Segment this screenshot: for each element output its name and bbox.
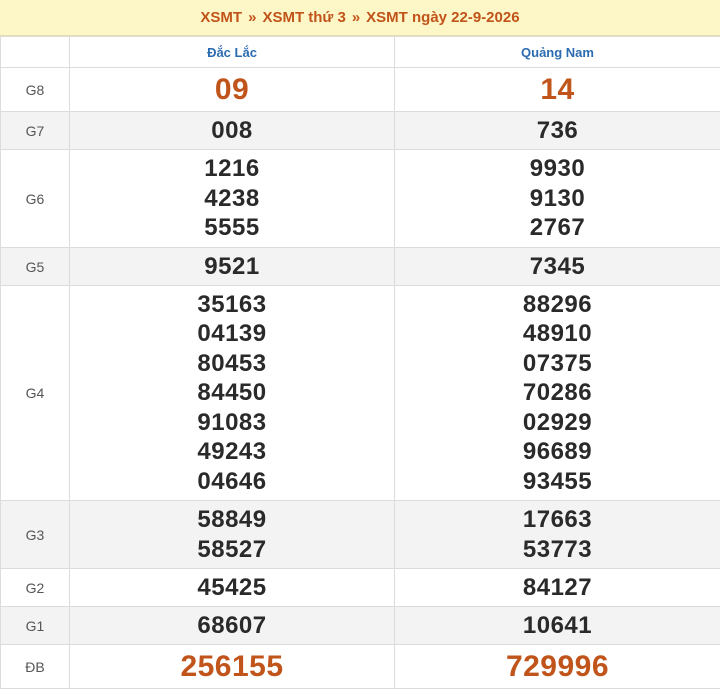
prize-number: 14 [540,72,575,106]
prize-label: G3 [0,500,70,569]
prize-cell-province-2: 88296 48910 07375 70286 02929 96689 9345… [394,285,720,501]
prize-cell-province-2: 9930 9130 2767 [394,149,720,248]
prize-cell-province-1: 09 [69,67,395,112]
prize-cell-province-2: 736 [394,111,720,150]
province-header-quang-nam[interactable]: Quảng Nam [394,36,720,68]
prize-number: 04646 [197,467,267,495]
prize-row-g3: G3 58849 58527 17663 53773 [0,500,720,569]
prize-label: ĐB [0,644,70,689]
prize-number: 07375 [522,349,593,377]
prize-cell-province-1: 58849 58527 [69,500,395,569]
breadcrumb-link-xsmt-date[interactable]: XSMT ngày 22-9-2026 [366,9,519,26]
prize-label: G6 [0,149,70,248]
breadcrumb: XSMT » XSMT thứ 3 » XSMT ngày 22-9-2026 [0,0,720,36]
prize-number: 70286 [522,379,593,407]
prize-number: 45425 [197,573,267,601]
prize-label: G1 [0,606,70,645]
results-table: Đắc Lắc Quảng Nam G8 09 14 G7 008 736 G6 [0,36,720,689]
prize-number: 17663 [522,506,593,533]
prize-row-g1: G1 68607 10641 [0,606,720,645]
prize-row-g4: G4 35163 04139 80453 84450 91083 49243 0… [0,285,720,501]
prize-number: 58527 [197,535,267,563]
prize-number: 02929 [522,408,593,436]
prize-number: 04139 [197,320,267,348]
prize-cell-province-2: 10641 [394,606,720,645]
prize-number: 88296 [522,290,593,318]
prize-label: G8 [0,67,70,112]
special-prize-number: 729996 [505,649,610,683]
prize-number: 736 [536,116,579,144]
prize-number: 80453 [197,349,267,377]
prize-number: 9521 [204,252,260,280]
prize-row-special: ĐB 256155 729996 [0,644,720,689]
prize-label: G7 [0,111,70,150]
prize-cell-province-1: 256155 [69,644,395,689]
breadcrumb-separator: » [248,9,257,26]
prize-number: 09 [214,72,250,106]
prize-number: 49243 [197,438,267,466]
prize-number: 96689 [522,438,593,466]
prize-number: 4238 [204,184,260,212]
prize-number: 91083 [197,408,267,436]
prize-row-g7: G7 008 736 [0,111,720,150]
prize-row-g6: G6 1216 4238 5555 9930 9130 2767 [0,149,720,248]
breadcrumb-link-xsmt-thu-3[interactable]: XSMT thứ 3 [262,9,345,26]
prize-number: 84450 [197,379,267,407]
corner-cell [0,36,70,68]
prize-label: G5 [0,247,70,286]
prize-cell-province-1: 1216 4238 5555 [69,149,395,248]
prize-cell-province-2: 17663 53773 [394,500,720,569]
breadcrumb-link-xsmt[interactable]: XSMT [200,9,242,26]
prize-number: 68607 [197,611,267,639]
prize-cell-province-2: 84127 [394,568,720,607]
prize-number: 2767 [529,214,586,242]
prize-number: 84127 [522,573,593,601]
prize-number: 93455 [522,467,593,495]
prize-row-g5: G5 9521 7345 [0,247,720,286]
prize-number: 35163 [197,290,267,318]
prize-cell-province-1: 35163 04139 80453 84450 91083 49243 0464… [69,285,395,501]
prize-cell-province-1: 45425 [69,568,395,607]
prize-row-g2: G2 45425 84127 [0,568,720,607]
prize-label: G2 [0,568,70,607]
prize-number: 7345 [529,252,586,280]
prize-cell-province-1: 68607 [69,606,395,645]
prize-label: G4 [0,285,70,501]
prize-number: 9930 [529,155,586,183]
prize-number: 008 [211,116,253,144]
breadcrumb-separator: » [351,9,361,26]
prize-cell-province-2: 7345 [394,247,720,286]
prize-number: 53773 [522,535,593,563]
prize-number: 10641 [522,611,593,639]
prize-number: 5555 [204,214,260,242]
prize-number: 58849 [197,506,267,533]
prize-cell-province-1: 008 [69,111,395,150]
prize-number: 48910 [522,320,593,348]
province-header-row: Đắc Lắc Quảng Nam [0,36,720,68]
province-header-dac-lac[interactable]: Đắc Lắc [69,36,395,68]
prize-cell-province-2: 729996 [394,644,720,689]
special-prize-number: 256155 [180,649,284,683]
prize-cell-province-2: 14 [394,67,720,112]
prize-number: 1216 [204,155,260,183]
prize-number: 9130 [529,184,586,212]
prize-row-g8: G8 09 14 [0,67,720,112]
prize-cell-province-1: 9521 [69,247,395,286]
